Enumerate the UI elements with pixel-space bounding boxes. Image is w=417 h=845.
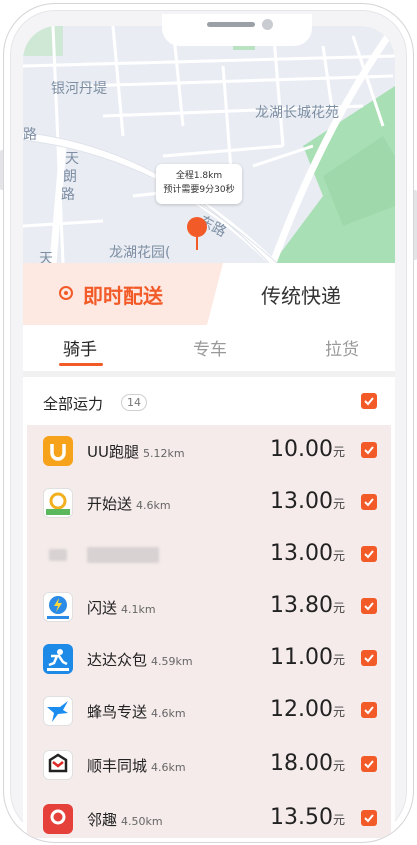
linqu-logo-icon [43,804,73,834]
carrier-checkbox[interactable] [361,494,377,510]
map-label-road-left: 路 [23,127,37,143]
price-unit: 元 [332,759,345,773]
delivery-mode-tabs: 即时配送 传统快递 [23,263,395,325]
carrier-name: UU跑腿 [87,443,139,461]
map-label-longhu-garden: 龙湖花园( [109,245,171,261]
app-screen: 银河丹堤 龙湖长城花苑 路 天 朗 路 东路 龙湖花园( 天 全程1.8km 预… [23,26,395,838]
carrier-price: 10.00 [270,437,333,462]
radio-dot-icon [59,286,73,300]
price-unit: 元 [332,497,345,511]
price-unit: 元 [332,653,345,667]
price-unit: 元 [332,813,345,827]
shansong-logo-icon [43,592,73,622]
carrier-name: 闪送 [87,599,118,617]
route-distance: 全程1.8km [175,171,223,181]
list-item[interactable]: 开始送 4.6km 13.00元 [27,477,391,529]
tab-freight[interactable]: 拉货 [325,335,359,360]
list-item[interactable]: 顺丰同城 4.6km 18.00元 [27,739,391,791]
fengniao-logo-icon [43,696,73,726]
price-unit: 元 [332,601,345,615]
list-item[interactable]: 闪送 4.1km 13.80元 [27,581,391,633]
kaishisong-logo-icon [43,488,73,518]
carrier-price: 13.80 [270,593,333,618]
carrier-price: 12.00 [270,697,333,722]
location-pin-stem [196,234,198,250]
carrier-checkbox[interactable] [361,442,377,458]
carrier-checkbox[interactable] [361,650,377,666]
list-item[interactable]: 蜂鸟专送 4.6km 12.00元 [27,685,391,737]
carrier-distance: 4.50km [121,815,163,828]
carrier-name: 开始送 [87,495,133,513]
carrier-name: 邻趣 [87,811,118,829]
shunfeng-logo-icon [43,750,73,780]
carrier-price: 11.00 [270,645,333,670]
tab-private-car[interactable]: 专车 [193,335,227,360]
map-label-road-tian-2: 朗 [63,169,77,185]
tab-instant-delivery[interactable]: 即时配送 [23,263,223,325]
blurred-name [87,547,159,563]
carrier-price: 13.00 [270,541,333,566]
list-item[interactable]: 达达众包 4.59km 11.00元 [27,633,391,685]
carrier-checkbox[interactable] [361,810,377,826]
carrier-name: 蜂鸟专送 [87,703,148,721]
map-label-road-tian: 天 [65,151,79,167]
carrier-price: 18.00 [270,751,333,776]
tab-traditional-express[interactable]: 传统快递 [261,280,341,309]
phone-notch [162,14,312,46]
list-item[interactable]: 13.00元 [27,529,391,581]
route-map[interactable]: 银河丹堤 龙湖长城花苑 路 天 朗 路 东路 龙湖花园( 天 全程1.8km 预… [23,26,395,263]
all-carriers-title: 全部运力 [43,395,104,413]
phone-frame: 银河丹堤 龙湖长城花苑 路 天 朗 路 东路 龙湖花园( 天 全程1.8km 预… [3,3,414,843]
tab-rider[interactable]: 骑手 [63,335,97,360]
map-label-road-vertical: 天 [39,251,53,263]
route-eta: 预计需要9分30秒 [163,185,235,195]
carrier-name: 达达众包 [87,651,148,669]
carrier-checkbox[interactable] [361,702,377,718]
carrier-price: 13.50 [270,805,333,830]
carrier-count-badge: 14 [121,394,147,411]
price-unit: 元 [332,549,345,563]
uu-logo-icon [43,436,73,466]
front-camera [262,19,273,30]
dada-logo-icon [43,644,73,674]
carrier-distance: 4.6km [151,761,186,774]
list-item[interactable]: 邻趣 4.50km 13.50元 [27,793,391,838]
list-header: 全部运力 14 [27,377,391,425]
carrier-checkbox[interactable] [361,756,377,772]
carrier-price: 13.00 [270,489,333,514]
speaker-grille [207,22,255,27]
price-unit: 元 [332,445,345,459]
map-label-road-tian-3: 路 [61,187,75,203]
carrier-distance: 4.1km [121,603,156,616]
list-item[interactable]: UU跑腿 5.12km 10.00元 [27,425,391,477]
carrier-distance: 5.12km [142,447,185,460]
route-info-bubble: 全程1.8km 预计需要9分30秒 [156,164,242,204]
map-label-yinhe: 银河丹堤 [51,81,107,97]
carrier-checkbox[interactable] [361,546,377,562]
carrier-distance: 4.59km [151,655,193,668]
vehicle-type-tabs: 骑手 专车 拉货 [23,325,395,371]
price-unit: 元 [332,705,345,719]
carrier-name: 顺丰同城 [87,757,148,775]
carrier-distance: 4.6km [136,499,171,512]
carrier-list: 全部运力 14 UU跑腿 5.12km 10.00元 开始送 4.6km 13.… [27,377,391,838]
carrier-checkbox[interactable] [361,598,377,614]
map-label-longhu-changcheng: 龙湖长城花苑 [255,105,339,121]
blurred-logo [49,549,67,561]
select-all-checkbox[interactable] [361,393,377,409]
tab-instant-delivery-label: 即时配送 [83,284,163,308]
active-tab-indicator [59,363,103,366]
carrier-distance: 4.6km [151,707,186,720]
